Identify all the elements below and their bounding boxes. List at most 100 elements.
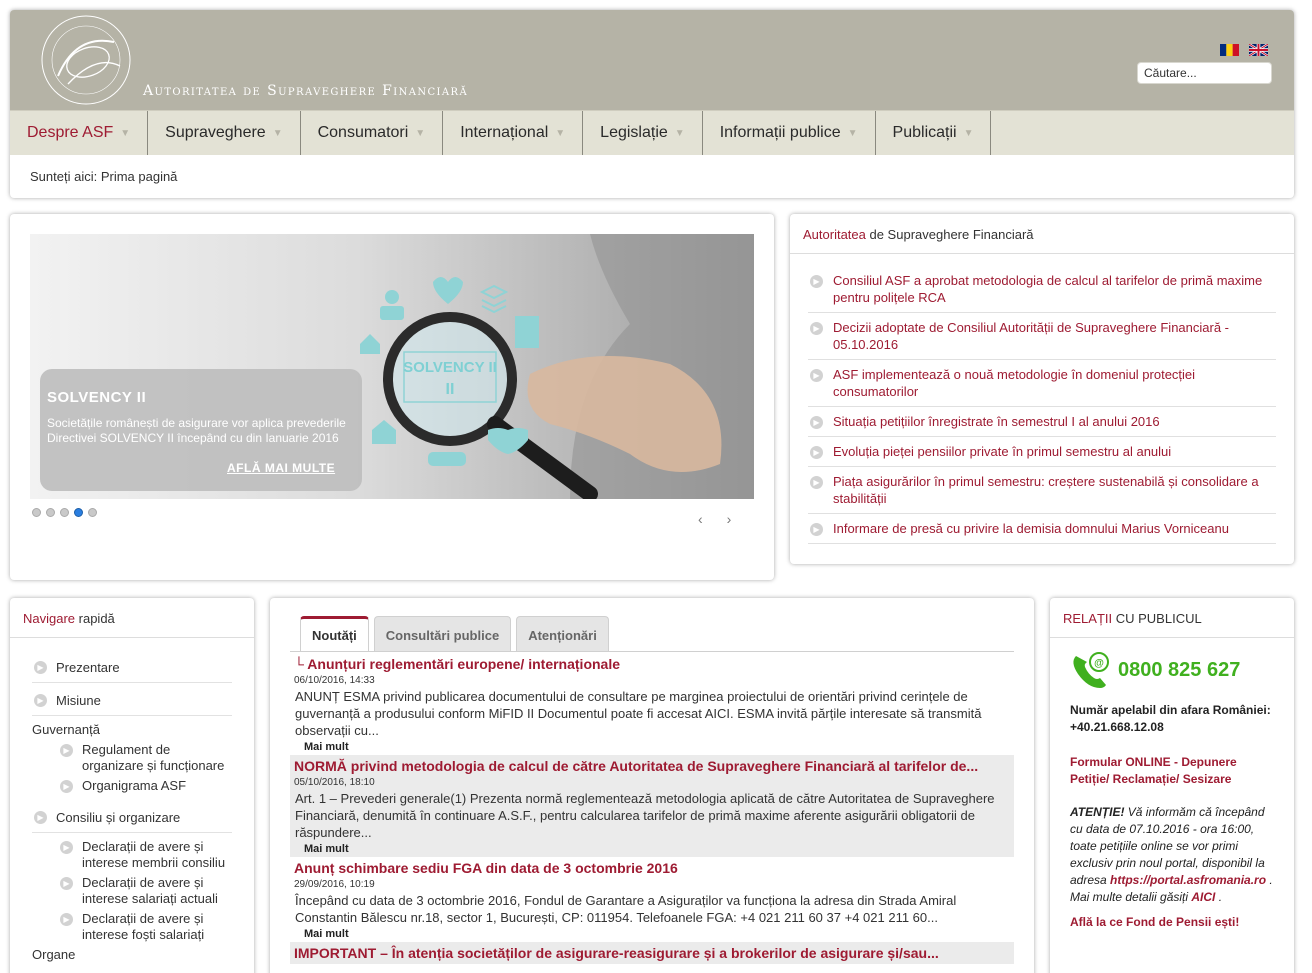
- quick-nav-subitem[interactable]: ▶ Organigrama ASF: [58, 776, 232, 796]
- slider-dot-active[interactable]: [74, 508, 83, 517]
- nav-label: Supraveghere: [165, 124, 266, 141]
- news-link[interactable]: ▶ Evoluția pieței pensiilor private în pr…: [808, 437, 1276, 467]
- news-link-text: Informare de presă cu privire la demisia…: [833, 521, 1229, 536]
- quick-nav-subitem[interactable]: ▶ Declarații de avere și interese foști s…: [58, 909, 232, 945]
- quick-nav-item[interactable]: ▶ Consiliu și organizare: [32, 804, 232, 833]
- chevron-right-icon: ▶: [810, 322, 823, 335]
- article-date: 29/09/2016, 10:19: [294, 879, 375, 890]
- news-link-text: ASF implementează o nouă metodologie în …: [833, 367, 1196, 399]
- chevron-left-icon[interactable]: ‹: [698, 511, 703, 527]
- chevron-right-icon: ▶: [60, 877, 73, 890]
- quick-nav-subitem[interactable]: ▶ Declarații de avere și interese membrii…: [58, 837, 232, 873]
- nav-international[interactable]: Internațional ▼: [443, 111, 584, 155]
- portal-link[interactable]: https://portal.asfromania.ro: [1110, 873, 1266, 887]
- news-tabs-panel: Noutăți Consultări publice Atenționări └…: [270, 598, 1034, 973]
- svg-text:II: II: [446, 381, 455, 398]
- article-title[interactable]: IMPORTANT – În atenția societăților de a…: [294, 944, 1010, 962]
- tab-atentionari[interactable]: Atenționări: [516, 616, 609, 652]
- nav-label: Legislație: [600, 124, 668, 141]
- slider-dot[interactable]: [32, 508, 41, 517]
- asf-logo-seal[interactable]: [16, 14, 156, 106]
- quick-navigation-panel: Navigare rapidă ▶ Prezentare ▶ Misiune Guv…: [10, 598, 254, 973]
- tab-bar: Noutăți Consultări publice Atenționări: [300, 616, 609, 652]
- panel-title-rest: CU PUBLICUL: [1112, 611, 1202, 626]
- chevron-right-icon: ▶: [810, 446, 823, 459]
- slider-arrows: ‹ ›: [698, 511, 731, 527]
- nav-publicatii[interactable]: Publicații ▼: [876, 111, 992, 155]
- news-link[interactable]: ▶ Informare de presă cu privire la demisi…: [808, 514, 1276, 544]
- quick-nav-label: Organigrama ASF: [82, 778, 187, 793]
- article: IMPORTANT – În atenția societăților de a…: [290, 942, 1014, 964]
- abroad-phone-text: Număr apelabil din afara României: +40.2…: [1070, 703, 1271, 734]
- authority-news-panel: Autoritatea de Supraveghere Financiară ▶…: [790, 214, 1294, 564]
- news-link[interactable]: ▶ Situația petițiilor înregistrate în sem…: [808, 407, 1276, 437]
- news-link[interactable]: ▶ Consiliul ASF a aprobat metodologia de …: [808, 266, 1276, 313]
- quick-nav-item[interactable]: ▶ Prezentare: [32, 654, 232, 683]
- notice-end: .: [1215, 890, 1223, 904]
- nav-supraveghere[interactable]: Supraveghere ▼: [148, 111, 301, 155]
- chevron-down-icon: ▼: [555, 127, 566, 139]
- news-link[interactable]: ▶ Decizii adoptate de Consiliul Autorităț…: [808, 313, 1276, 360]
- article-date: 05/10/2016, 18:10: [294, 777, 375, 788]
- pension-fund-link[interactable]: Află la ce Fond de Pensii ești!: [1070, 914, 1274, 931]
- article-date: 06/10/2016, 14:33: [294, 675, 375, 686]
- article-more-link[interactable]: Mai mult: [294, 843, 1010, 855]
- slide-caption: SOLVENCY II Societățile românești de asi…: [40, 369, 362, 491]
- quick-nav-label: Declarații de avere și interese foști sa…: [82, 911, 205, 942]
- news-link-text: Decizii adoptate de Consiliul Autorități…: [833, 320, 1229, 352]
- slider-dot[interactable]: [46, 508, 55, 517]
- public-relations-body: @ 0800 825 627 Număr apelabil din afara …: [1050, 638, 1294, 931]
- nav-legislatie[interactable]: Legislație ▼: [583, 111, 703, 155]
- phone-icon: @: [1073, 652, 1109, 688]
- chevron-down-icon: ▼: [847, 127, 858, 139]
- chevron-right-icon[interactable]: ›: [727, 511, 732, 527]
- quick-nav-item[interactable]: ▶ Misiune: [32, 687, 232, 716]
- quick-nav-label: Prezentare: [56, 660, 120, 675]
- slider-dot[interactable]: [60, 508, 69, 517]
- quick-nav-label: Declarații de avere și interese salariaț…: [82, 875, 218, 906]
- news-list: ▶ Consiliul ASF a aprobat metodologia de …: [790, 254, 1294, 544]
- online-form-link[interactable]: Formular ONLINE - Depunere Petiție/ Recl…: [1070, 754, 1274, 788]
- nav-consumatori[interactable]: Consumatori ▼: [301, 111, 444, 155]
- slider-dot[interactable]: [88, 508, 97, 517]
- chevron-right-icon: ▶: [34, 661, 47, 674]
- phone-number[interactable]: 0800 825 627: [1118, 659, 1240, 682]
- search-input[interactable]: [1137, 62, 1272, 84]
- breadcrumb: Sunteți aici: Prima pagină: [30, 169, 178, 184]
- svg-text:@: @: [1094, 658, 1104, 669]
- news-link-text: Piața asigurărilor în primul semestru: c…: [833, 474, 1259, 506]
- quick-nav-subitem[interactable]: ▶ Declarații de avere și interese salaria…: [58, 873, 232, 909]
- news-link[interactable]: ▶ ASF implementează o nouă metodologie în…: [808, 360, 1276, 407]
- english-flag-icon[interactable]: [1249, 44, 1268, 56]
- nav-label: Consumatori: [317, 124, 409, 141]
- article-excerpt: Art. 1 – Prevederi generale(1) Prezenta …: [295, 791, 995, 840]
- quick-nav-label: Declarații de avere și interese membrii …: [82, 839, 226, 870]
- article-title[interactable]: NORMĂ privind metodologia de calcul de c…: [294, 757, 1010, 775]
- quick-nav-label: Consiliu și organizare: [56, 810, 181, 825]
- nav-informatii-publice[interactable]: Informații publice ▼: [703, 111, 876, 155]
- masthead: Autoritatea de Supraveghere Financiară: [10, 10, 1294, 110]
- tab-noutati[interactable]: Noutăți: [300, 616, 369, 652]
- tab-consultari-publice[interactable]: Consultări publice: [373, 616, 512, 652]
- romanian-flag-icon[interactable]: [1220, 44, 1239, 56]
- slide-more-link[interactable]: AFLĂ MAI MULTE: [227, 461, 335, 475]
- quick-nav-group-label: Organe: [32, 947, 76, 962]
- org-name: Autoritatea de Supraveghere Financiară: [143, 83, 469, 99]
- chevron-right-icon: ▶: [60, 780, 73, 793]
- quick-nav-list: ▶ Prezentare ▶ Misiune Guvernanță ▶ Regulam…: [10, 638, 254, 965]
- news-link[interactable]: ▶ Piața asigurărilor în primul semestru: …: [808, 467, 1276, 514]
- article-title[interactable]: Anunț schimbare sediu FGA din data de 3 …: [294, 859, 1010, 877]
- article-title[interactable]: └ Anunțuri reglementări europene/ intern…: [294, 655, 1010, 673]
- article: └ Anunțuri reglementări europene/ intern…: [290, 653, 1014, 755]
- panel-title-highlight: RELAȚII: [1063, 611, 1113, 626]
- panel-title-rest: de Supraveghere Financiară: [865, 227, 1034, 242]
- aici-link[interactable]: AICI: [1191, 890, 1215, 904]
- slide-image[interactable]: SOLVENCY II II SOLVENCY II Societățile r…: [30, 234, 754, 499]
- quick-nav-subitem[interactable]: ▶ Regulament de organizare și funcționare: [58, 740, 232, 776]
- chevron-right-icon: ▶: [810, 275, 823, 288]
- nav-despre-asf[interactable]: Despre ASF ▼: [10, 111, 149, 155]
- article-more-link[interactable]: Mai mult: [294, 928, 1010, 940]
- quick-nav-group-label: Guvernanță: [32, 722, 100, 737]
- chevron-right-icon: ▶: [810, 523, 823, 536]
- article-more-link[interactable]: Mai mult: [294, 741, 1010, 753]
